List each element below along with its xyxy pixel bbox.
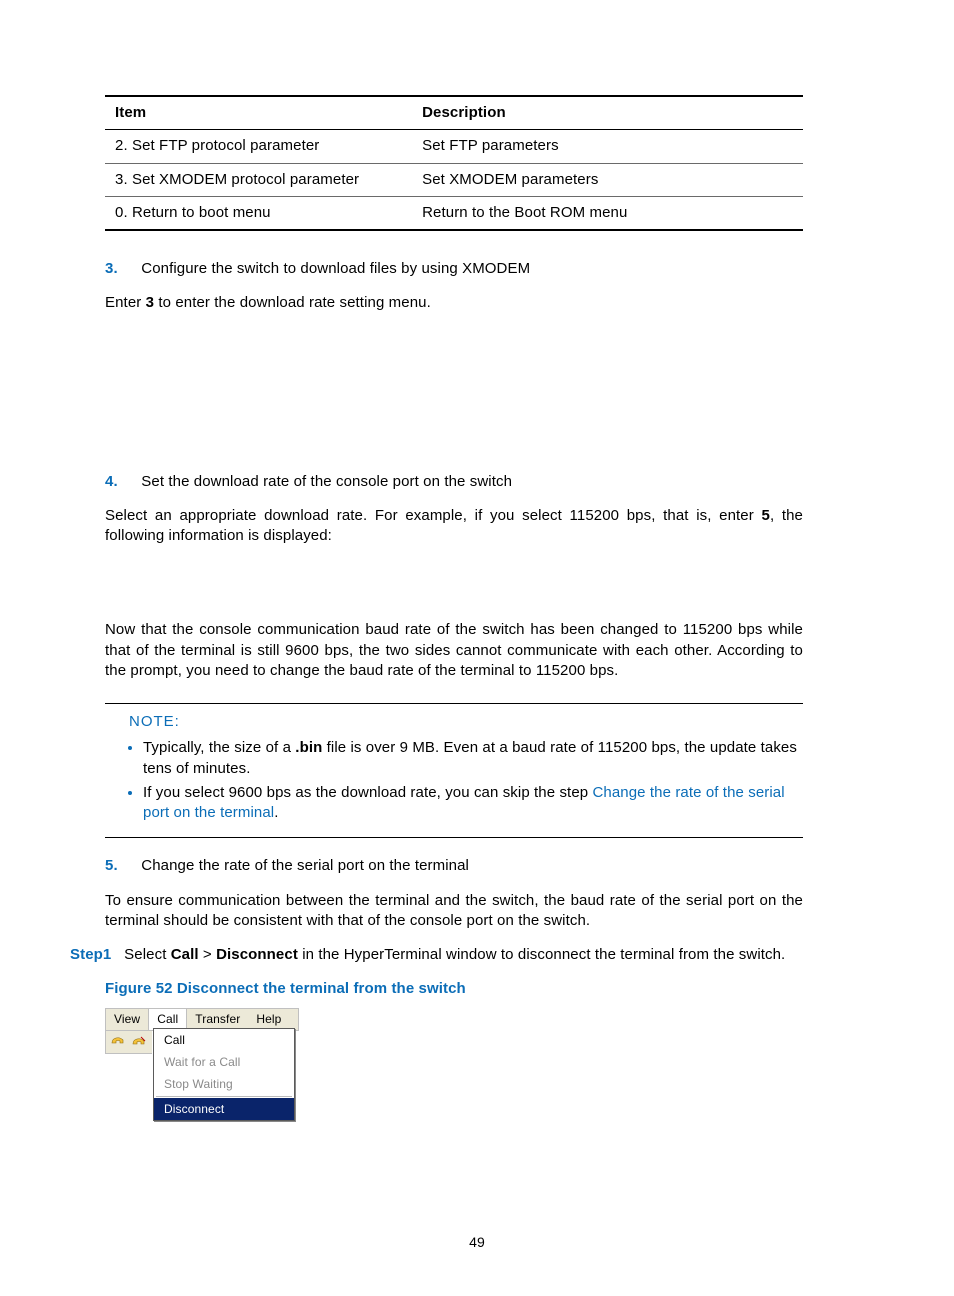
dropdown-item-stop: Stop Waiting [154, 1073, 294, 1095]
dropdown-item-disconnect[interactable]: Disconnect [154, 1098, 294, 1120]
table-row: 0. Return to boot menu Return to the Boo… [105, 196, 803, 230]
note-label: NOTE: [129, 712, 803, 732]
list-title: Configure the switch to download files b… [141, 260, 530, 277]
table-cell-desc: Set XMODEM parameters [412, 163, 803, 196]
figure-caption: Figure 52 Disconnect the terminal from t… [105, 979, 857, 999]
list-number: 4. [105, 472, 137, 492]
paragraph: Enter 3 to enter the download rate setti… [105, 293, 803, 313]
list-number: 5. [105, 856, 137, 876]
table-row: 3. Set XMODEM protocol parameter Set XMO… [105, 163, 803, 196]
table-header-item: Item [105, 96, 412, 130]
list-item: 4. Set the download rate of the console … [105, 472, 857, 492]
table-header-description: Description [412, 96, 803, 130]
table-cell-item: 0. Return to boot menu [105, 196, 412, 230]
menu-view[interactable]: View [106, 1009, 149, 1030]
dropdown-item-call[interactable]: Call [154, 1029, 294, 1051]
paragraph: Select an appropriate download rate. For… [105, 506, 803, 547]
hyperterminal-menu: View Call Transfer Help Call Wait for a … [105, 1008, 299, 1122]
paragraph: Now that the console communication baud … [105, 620, 803, 681]
phone-hangup-icon[interactable] [130, 1035, 146, 1049]
list-item: 5. Change the rate of the serial port on… [105, 856, 857, 876]
table-cell-desc: Set FTP parameters [412, 130, 803, 163]
menu-help[interactable]: Help [248, 1009, 289, 1030]
phone-call-icon[interactable] [110, 1035, 126, 1049]
paragraph: To ensure communication between the term… [105, 891, 803, 932]
list-number: 3. [105, 259, 137, 279]
table-cell-desc: Return to the Boot ROM menu [412, 196, 803, 230]
note-box: NOTE: Typically, the size of a .bin file… [105, 703, 803, 838]
list-item: 3. Configure the switch to download file… [105, 259, 857, 279]
parameter-table: Item Description 2. Set FTP protocol par… [105, 95, 803, 231]
page-number: 49 [0, 1233, 954, 1252]
toolbar [105, 1031, 152, 1054]
table-row: 2. Set FTP protocol parameter Set FTP pa… [105, 130, 803, 163]
document-page: Item Description 2. Set FTP protocol par… [0, 0, 954, 1296]
list-title: Change the rate of the serial port on th… [141, 857, 469, 874]
dropdown-item-wait: Wait for a Call [154, 1051, 294, 1073]
step-label: Step1 [70, 946, 111, 963]
table-cell-item: 2. Set FTP protocol parameter [105, 130, 412, 163]
call-dropdown: Call Wait for a Call Stop Waiting Discon… [153, 1028, 295, 1122]
menu-call[interactable]: Call [149, 1009, 187, 1030]
dropdown-separator [156, 1096, 292, 1097]
note-bullet: If you select 9600 bps as the download r… [143, 783, 803, 828]
list-title: Set the download rate of the console por… [141, 473, 512, 490]
note-bullet: Typically, the size of a .bin file is ov… [143, 738, 803, 783]
step-line: Step1 Select Call > Disconnect in the Hy… [70, 945, 805, 965]
menu-transfer[interactable]: Transfer [187, 1009, 248, 1030]
table-cell-item: 3. Set XMODEM protocol parameter [105, 163, 412, 196]
